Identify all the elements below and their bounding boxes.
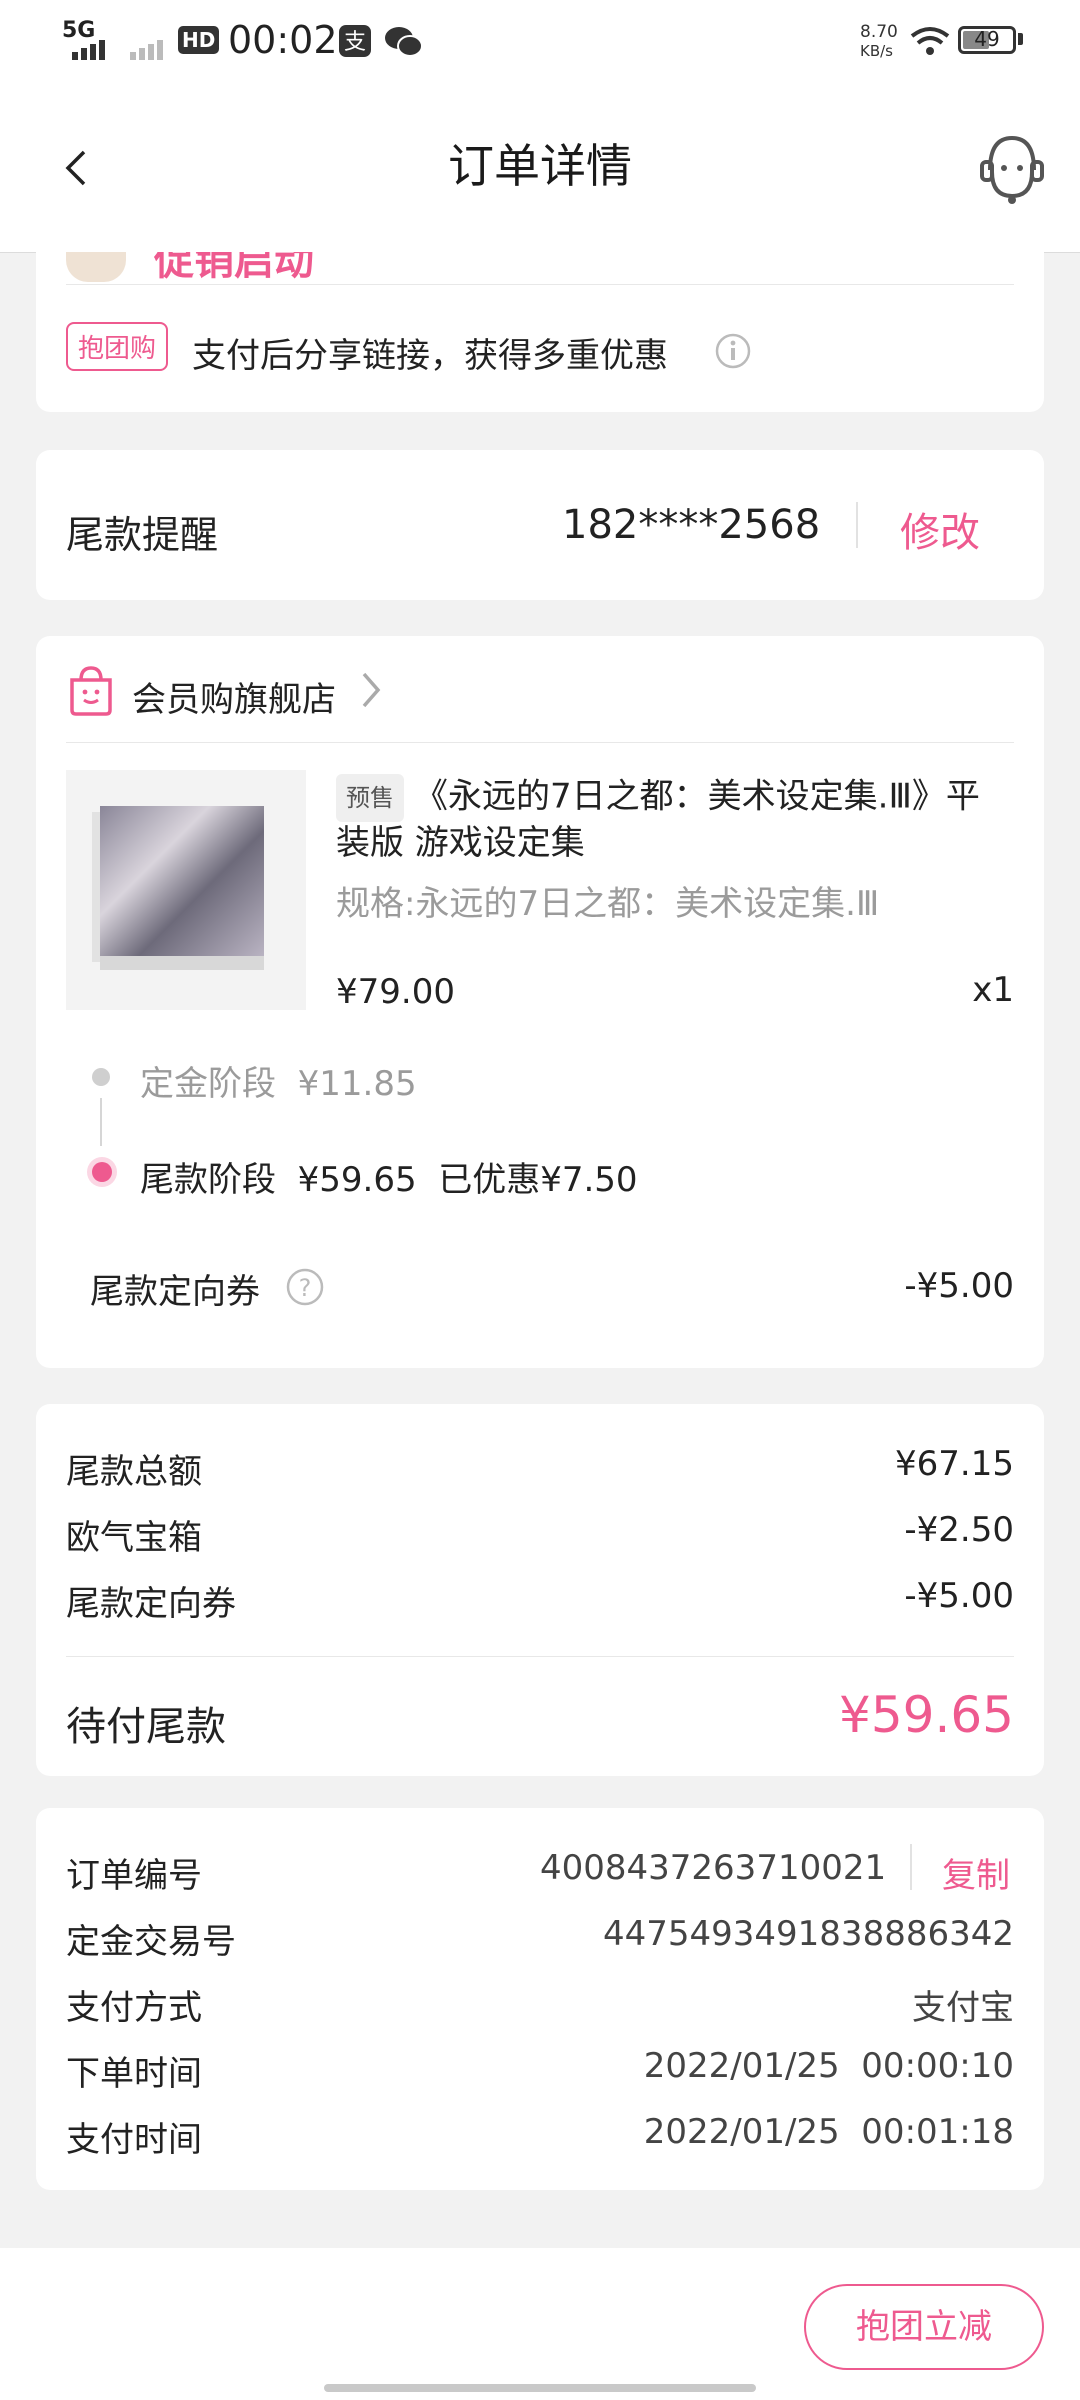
- stage-balance: 尾款阶段 ¥59.65 已优惠¥7.50: [140, 1152, 638, 1201]
- nav-bar: 订单详情: [0, 80, 1080, 253]
- customer-service-icon[interactable]: [978, 132, 1046, 206]
- summary-box-label: 欧气宝箱: [66, 1518, 202, 1558]
- product-price: ¥79.00: [336, 972, 455, 1012]
- promo-text: 支付后分享链接，获得多重优惠: [192, 336, 668, 376]
- network-speed: 8.70: [860, 22, 898, 42]
- chevron-right-icon[interactable]: [360, 670, 382, 710]
- copy-divider: [910, 1844, 912, 1890]
- svg-text:?: ?: [299, 1274, 312, 1302]
- shopping-bag-icon: [70, 666, 112, 716]
- stage-line: [100, 1098, 102, 1146]
- promo-banner-image: [66, 252, 126, 282]
- promo-banner-text: 促销启动: [154, 252, 314, 284]
- battery-icon: 49: [958, 26, 1016, 54]
- bottom-action-bar: 抱团立减: [0, 2248, 1080, 2400]
- page-title: 订单详情: [448, 139, 632, 193]
- store-name[interactable]: 会员购旗舰店: [132, 672, 336, 721]
- pay-time-label: 支付时间: [66, 2120, 202, 2160]
- summary-divider: [66, 1656, 1014, 1657]
- summary-box-value: -¥2.50: [904, 1510, 1014, 1550]
- promo-divider: [66, 284, 1014, 285]
- deposit-txn-value: 4475493491838886342: [602, 1914, 1014, 1954]
- stage-dot-balance: [92, 1162, 112, 1182]
- product-spec: 规格:永远的7日之都：美术设定集.Ⅲ: [336, 884, 880, 924]
- reminder-divider: [856, 502, 858, 548]
- stage-deposit-label: 定金阶段: [140, 1064, 276, 1104]
- presale-tag: 预售: [336, 774, 404, 822]
- pay-time-value: 2022/01/25 00:01:18: [643, 2112, 1014, 2152]
- product-quantity: x1: [972, 970, 1014, 1010]
- order-number: 4008437263710021: [540, 1848, 887, 1888]
- summary-coupon-value: -¥5.00: [904, 1576, 1014, 1616]
- order-info-card: 订单编号 4008437263710021 复制 定金交易号 447549349…: [36, 1808, 1044, 2190]
- product-image[interactable]: [66, 770, 306, 1010]
- network-speed-unit: KB/s: [860, 42, 893, 60]
- order-time-label: 下单时间: [66, 2054, 202, 2094]
- stage-deposit-amount: ¥11.85: [297, 1064, 417, 1104]
- summary-coupon-label: 尾款定向券: [66, 1584, 236, 1624]
- store-card: 会员购旗舰店 预售 《永远的7日之都：美术设定集.Ⅲ》平装版 游戏设定集 规格:永…: [36, 636, 1044, 1368]
- summary-card: 尾款总额 ¥67.15 欧气宝箱 -¥2.50 尾款定向券 -¥5.00 待付尾…: [36, 1404, 1044, 1776]
- copy-button[interactable]: 复制: [942, 1848, 1010, 1897]
- deposit-txn-label: 定金交易号: [66, 1922, 236, 1962]
- payment-method-value: 支付宝: [912, 1988, 1014, 2028]
- amount-due-label: 待付尾款: [66, 1704, 226, 1750]
- status-bar: 5G HD 00:02 支 8.70 KB/s 49: [0, 0, 1080, 80]
- hd-icon: HD: [178, 26, 220, 54]
- clock: 00:02: [228, 18, 338, 62]
- battery-tip: [1018, 33, 1023, 45]
- product-title[interactable]: 预售 《永远的7日之都：美术设定集.Ⅲ》平装版 游戏设定集: [336, 774, 996, 864]
- order-time-value: 2022/01/25 00:00:10: [643, 2046, 1014, 2086]
- stage-balance-discount: 已优惠¥7.50: [438, 1160, 638, 1200]
- reminder-phone: 182****2568: [562, 502, 821, 548]
- summary-total-value: ¥67.15: [895, 1444, 1014, 1484]
- store-divider: [66, 742, 1014, 743]
- wifi-icon: [910, 27, 950, 55]
- stage-dot-deposit: [92, 1068, 110, 1086]
- reminder-label: 尾款提醒: [66, 513, 219, 557]
- group-buy-discount-button[interactable]: 抱团立减: [804, 2284, 1044, 2370]
- stage-balance-amount: ¥59.65: [297, 1160, 417, 1200]
- edit-button[interactable]: 修改: [900, 500, 980, 558]
- svg-text:支: 支: [344, 30, 366, 55]
- amount-due-value: ¥59.65: [839, 1686, 1014, 1744]
- battery-level: 49: [974, 27, 1000, 51]
- balance-reminder-card: 尾款提醒 182****2568 修改: [36, 450, 1044, 600]
- group-buy-tag: 抱团购: [66, 322, 169, 371]
- alipay-icon: 支: [339, 25, 371, 57]
- home-indicator[interactable]: [324, 2384, 756, 2392]
- coupon-label: 尾款定向券: [90, 1272, 260, 1312]
- payment-method-label: 支付方式: [66, 1988, 202, 2028]
- coupon-value: -¥5.00: [904, 1266, 1014, 1306]
- product-title-text: 《永远的7日之都：美术设定集.Ⅲ》平装版 游戏设定集: [336, 776, 980, 864]
- order-number-label: 订单编号: [66, 1856, 202, 1896]
- summary-total-label: 尾款总额: [66, 1452, 202, 1492]
- stage-deposit: 定金阶段 ¥11.85: [140, 1056, 417, 1105]
- info-icon[interactable]: [714, 332, 752, 370]
- help-icon[interactable]: ?: [284, 1266, 326, 1308]
- stage-balance-label: 尾款阶段: [140, 1160, 276, 1200]
- promo-card: 促销启动 抱团购 支付后分享链接，获得多重优惠: [36, 252, 1044, 412]
- signal-icon: [72, 40, 105, 60]
- wechat-icon: [385, 27, 423, 57]
- signal-secondary-icon: [130, 40, 163, 60]
